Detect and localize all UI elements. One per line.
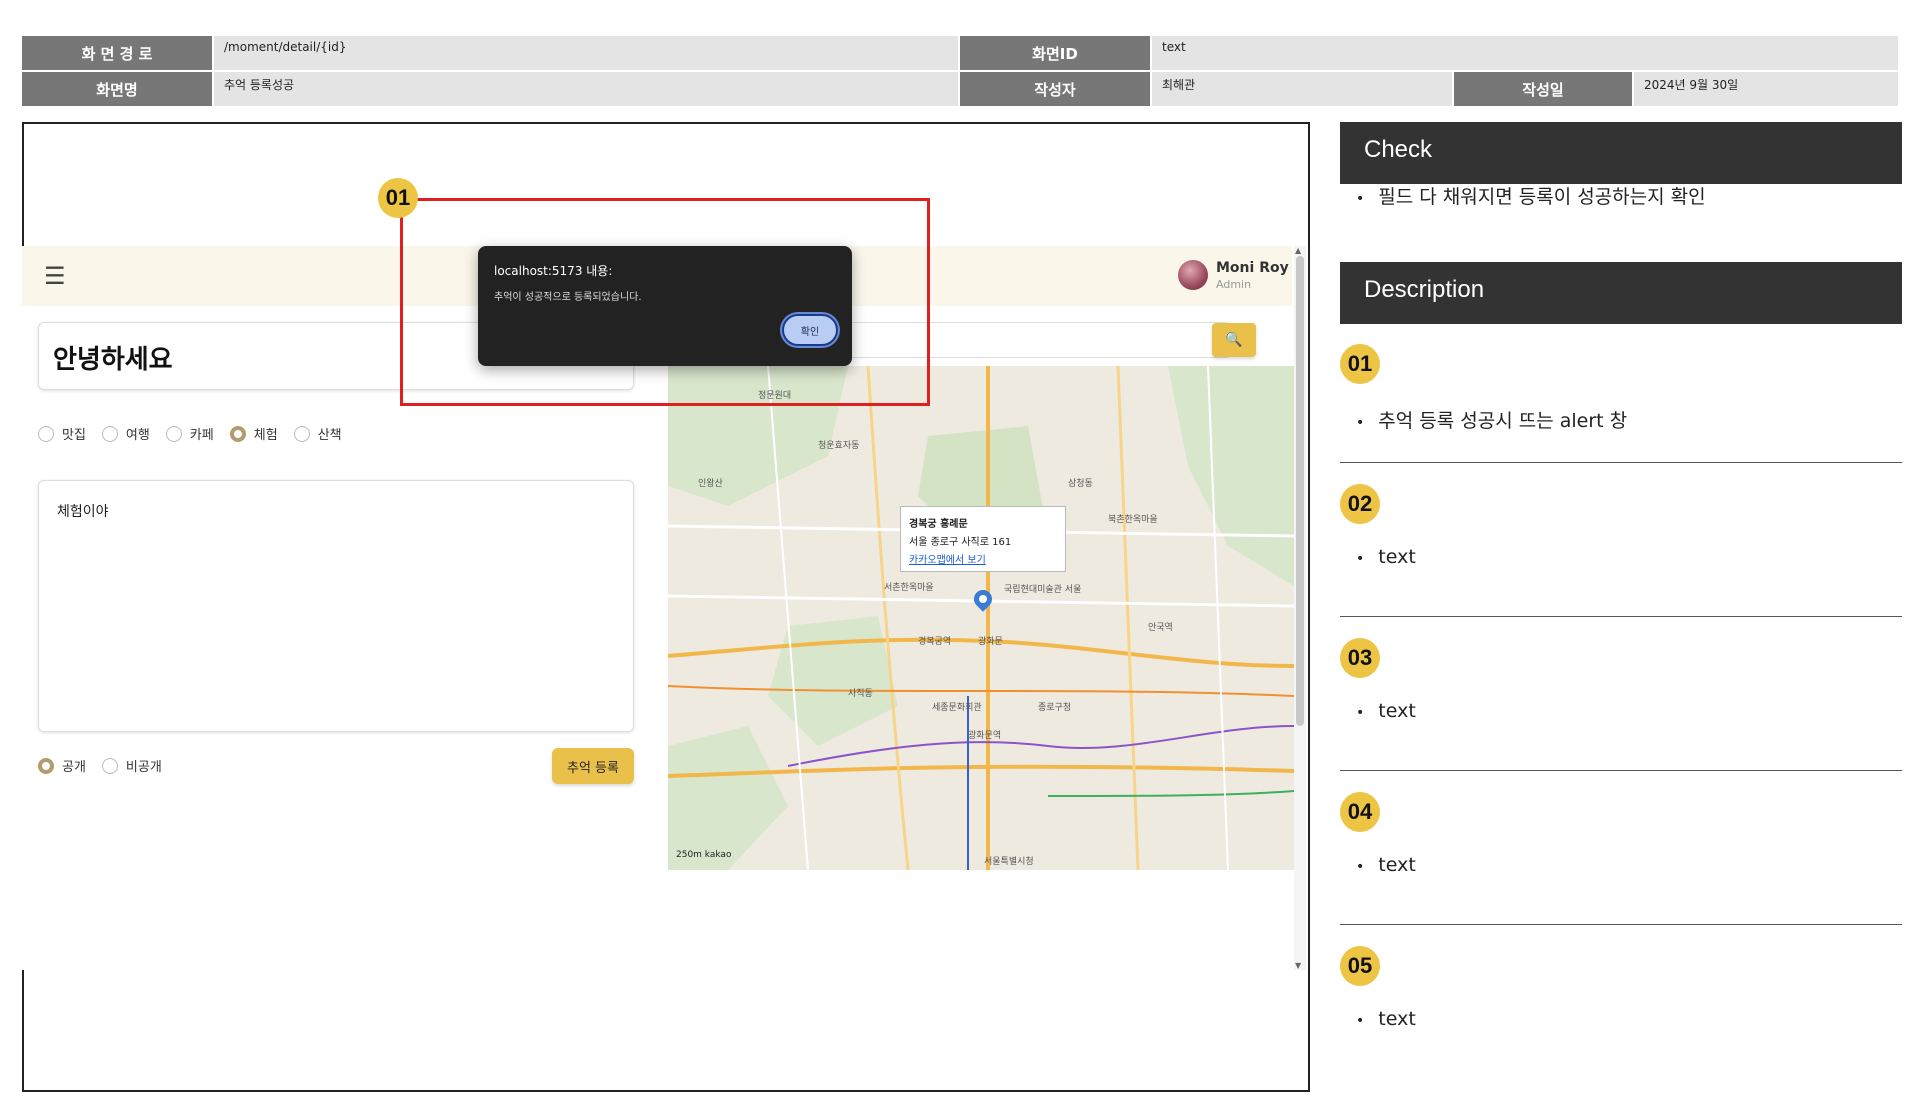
divider (1340, 770, 1902, 771)
map-label: 세종문화회관 (932, 703, 982, 713)
submit-memory-button[interactable]: 추억 등록 (552, 748, 634, 784)
screen-name-label: 화면명 (22, 72, 212, 106)
radio-icon (101, 757, 118, 774)
spec-row-1: 화 면 경 로 /moment/detail/{id} 화면ID text (22, 36, 1898, 70)
map-label: 서촌한옥마을 (884, 583, 934, 593)
check-item: 필드 다 채워지면 등록이 성공하는지 확인 (1356, 182, 1705, 209)
search-button[interactable]: 🔍 (1212, 323, 1256, 357)
visibility-label: 비공개 (125, 760, 162, 775)
visibility-radio-group: 공개 비공개 (38, 756, 162, 775)
author-value: 최해관 (1152, 72, 1452, 106)
scroll-up-icon[interactable]: ▲ (1295, 246, 1301, 255)
map-scale: 250m kakao (676, 850, 732, 860)
radio-selected-icon (38, 757, 54, 774)
category-option-travel[interactable]: 여행 (101, 424, 150, 443)
map-label: 북촌한옥마을 (1108, 515, 1158, 525)
date-value: 2024년 9월 30일 (1634, 72, 1898, 106)
map-label: 광화문 (978, 637, 1003, 647)
map-label: 청운효자동 (818, 441, 860, 451)
search-icon: 🔍 (1225, 332, 1243, 348)
screen-id-value: text (1152, 36, 1898, 70)
scrollbar[interactable]: ▲ ▼ (1294, 246, 1306, 970)
author-label: 작성자 (960, 72, 1150, 106)
user-name: Moni Roy (1216, 260, 1289, 276)
visibility-label: 공개 (62, 760, 86, 775)
description-header: Description (1340, 262, 1902, 324)
radio-icon (38, 425, 54, 442)
user-role: Admin (1216, 278, 1252, 291)
map-label: 국립현대미술관 서울 (1004, 585, 1082, 595)
radio-icon (101, 425, 118, 442)
popup-title: 경복궁 흥례문 (909, 519, 968, 530)
map-info-popup: 경복궁 흥례문 서울 종로구 사직로 161 카카오맵에서 보기 (900, 506, 1066, 572)
visibility-option-private[interactable]: 비공개 (101, 756, 162, 775)
content-textarea[interactable]: 체험이야 (38, 480, 634, 732)
description-badge-02: 02 (1340, 484, 1380, 524)
category-radio-group: 맛집 여행 카페 체험 산책 (38, 424, 342, 443)
screen-name-value: 추억 등록성공 (214, 72, 958, 106)
description-badge-03: 03 (1340, 638, 1380, 678)
avatar[interactable] (1178, 260, 1208, 290)
map-label: 안국역 (1148, 623, 1173, 633)
category-label: 맛집 (62, 428, 86, 443)
path-label: 화 면 경 로 (22, 36, 212, 70)
description-item: text (1356, 546, 1416, 568)
map-label: 삼청동 (1068, 479, 1093, 489)
category-label: 여행 (125, 428, 150, 443)
popup-kakaomap-link[interactable]: 카카오맵에서 보기 (909, 551, 1057, 566)
category-label: 체험 (253, 428, 278, 443)
popup-address: 서울 종로구 사직로 161 (909, 537, 1012, 548)
category-option-food[interactable]: 맛집 (38, 424, 86, 443)
radio-selected-icon (229, 425, 246, 442)
annotation-badge-01: 01 (378, 178, 418, 218)
category-option-cafe[interactable]: 카페 (165, 424, 214, 443)
radio-icon (165, 425, 182, 442)
description-badge-05: 05 (1340, 946, 1380, 986)
scroll-down-icon[interactable]: ▼ (1295, 961, 1301, 970)
description-item: text (1356, 1008, 1416, 1030)
screen-id-label: 화면ID (960, 36, 1150, 70)
category-label: 산책 (317, 428, 342, 443)
map-base (668, 366, 1294, 870)
category-option-experience[interactable]: 체험 (229, 424, 278, 443)
check-header: Check (1340, 122, 1902, 184)
map-label: 사직동 (848, 689, 873, 699)
category-option-walk[interactable]: 산책 (293, 424, 342, 443)
spec-row-2: 화면명 추억 등록성공 작성자 최해관 작성일 2024년 9월 30일 (22, 72, 1898, 106)
divider (1340, 462, 1902, 463)
category-label: 카페 (189, 428, 214, 443)
description-badge-04: 04 (1340, 792, 1380, 832)
divider (1340, 616, 1902, 617)
path-value: /moment/detail/{id} (214, 36, 958, 70)
map-label: 인왕산 (698, 479, 723, 489)
scrollbar-thumb[interactable] (1296, 256, 1304, 726)
map-label: 서울특별시청 (984, 857, 1034, 867)
description-badge-01: 01 (1340, 344, 1380, 384)
map-label: 경복궁역 (918, 637, 952, 647)
divider (1340, 924, 1902, 925)
highlight-box (400, 198, 930, 406)
visibility-option-public[interactable]: 공개 (38, 756, 86, 775)
menu-icon[interactable]: ☰ (44, 262, 66, 290)
map-view[interactable]: 정문원대 청운효자동 사직동 경복궁역 광화문역 종로구청 서울특별시청 안국역… (668, 366, 1294, 870)
description-item: text (1356, 854, 1416, 876)
description-item: 추억 등록 성공시 뜨는 alert 창 (1356, 406, 1627, 433)
radio-icon (293, 425, 310, 442)
date-label: 작성일 (1454, 72, 1632, 106)
map-label: 광화문역 (968, 731, 1002, 741)
map-label: 종로구청 (1038, 703, 1072, 713)
description-item: text (1356, 700, 1416, 722)
